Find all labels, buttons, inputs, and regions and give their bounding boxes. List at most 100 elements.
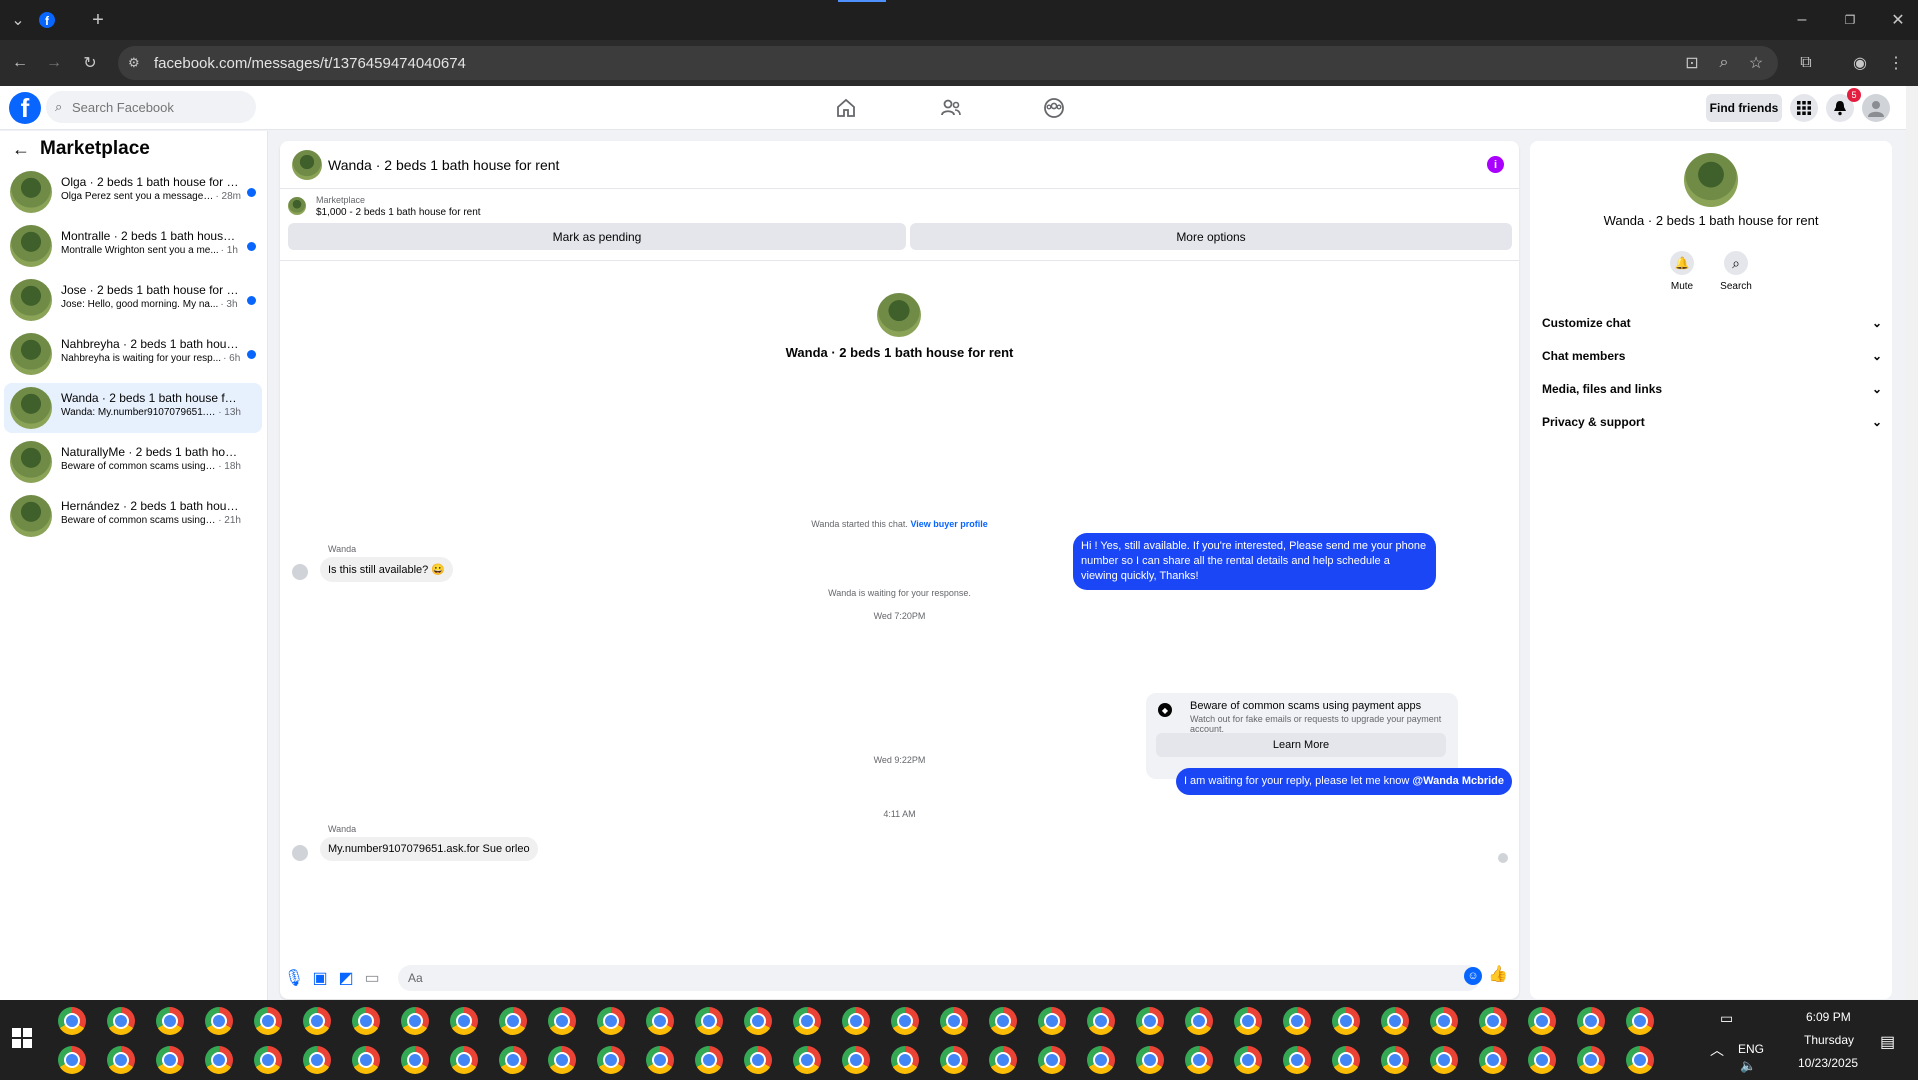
- back-arrow-icon[interactable]: ←: [12, 139, 30, 160]
- privacy-support-section[interactable]: Privacy & support ⌄: [1542, 410, 1882, 434]
- account-avatar[interactable]: [1862, 94, 1890, 122]
- language-indicator[interactable]: ENG: [1738, 1042, 1764, 1056]
- facebook-logo-icon[interactable]: f: [9, 92, 41, 124]
- close-window-icon[interactable]: ✕: [1884, 6, 1912, 34]
- back-icon[interactable]: ←: [6, 49, 34, 77]
- incoming-message[interactable]: Is this still available? 😀: [320, 557, 454, 582]
- friends-icon[interactable]: [939, 96, 963, 120]
- taskbar-chrome-icon[interactable]: [1283, 1007, 1311, 1035]
- taskbar-chrome-icon[interactable]: [940, 1046, 968, 1074]
- media-files-links-section[interactable]: Media, files and links ⌄: [1542, 377, 1882, 401]
- taskbar-chrome-icon[interactable]: [1234, 1046, 1262, 1074]
- forward-icon[interactable]: →: [40, 49, 68, 77]
- taskbar-chrome-icon[interactable]: [1381, 1046, 1409, 1074]
- conversation-item[interactable]: Montralle · 2 beds 1 bath house f... Mont…: [4, 221, 262, 271]
- page-scrollbar[interactable]: [1906, 86, 1918, 1000]
- taskbar-chrome-icon[interactable]: [1528, 1007, 1556, 1035]
- taskbar-chrome-icon[interactable]: [744, 1046, 772, 1074]
- chat-avatar[interactable]: [292, 150, 322, 180]
- tray-chevron-icon[interactable]: ︿: [1710, 1040, 1724, 1060]
- mute-bell-icon[interactable]: 🔔: [1670, 251, 1694, 275]
- minimize-icon[interactable]: –: [1788, 6, 1816, 34]
- taskbar-chrome-icon[interactable]: [1283, 1046, 1311, 1074]
- tab-search-icon[interactable]: ⌄: [4, 6, 32, 34]
- taskbar-chrome-icon[interactable]: [646, 1007, 674, 1035]
- taskbar-chrome-icon[interactable]: [1038, 1046, 1066, 1074]
- notification-center-icon[interactable]: ▤: [1880, 1032, 1895, 1052]
- profile-icon[interactable]: ◉: [1846, 49, 1874, 77]
- taskbar-chrome-icon[interactable]: [58, 1046, 86, 1074]
- browser-tab-facebook[interactable]: f: [36, 6, 58, 34]
- learn-more-button[interactable]: Learn More: [1156, 733, 1446, 757]
- photo-icon[interactable]: ▣: [312, 970, 328, 987]
- taskbar-chrome-icon[interactable]: [1577, 1046, 1605, 1074]
- customize-chat-section[interactable]: Customize chat ⌄: [1542, 311, 1882, 335]
- taskbar-chrome-icon[interactable]: [254, 1007, 282, 1035]
- taskbar-chrome-icon[interactable]: [548, 1007, 576, 1035]
- menu-grid-icon[interactable]: [1790, 94, 1818, 122]
- sticker-icon[interactable]: ◩: [338, 970, 354, 987]
- search-chat-icon[interactable]: ⌕: [1724, 251, 1748, 275]
- reload-icon[interactable]: ↻: [76, 49, 104, 77]
- taskbar-chrome-icon[interactable]: [499, 1007, 527, 1035]
- taskbar-chrome-icon[interactable]: [1234, 1007, 1262, 1035]
- new-tab-icon[interactable]: +: [84, 6, 112, 34]
- like-thumb-icon[interactable]: 👍: [1488, 966, 1508, 983]
- microphone-icon[interactable]: 🎙: [284, 970, 304, 987]
- mark-as-pending-button[interactable]: Mark as pending: [288, 223, 906, 250]
- url-field[interactable]: ⚙ facebook.com/messages/t/13764594740406…: [118, 46, 1778, 80]
- taskbar-chrome-icon[interactable]: [1479, 1046, 1507, 1074]
- taskbar-chrome-icon[interactable]: [58, 1007, 86, 1035]
- taskbar-chrome-icon[interactable]: [1332, 1046, 1360, 1074]
- taskbar-chrome-icon[interactable]: [1087, 1046, 1115, 1074]
- listing-thumbnail[interactable]: [288, 197, 306, 215]
- taskbar-chrome-icon[interactable]: [107, 1046, 135, 1074]
- taskbar-chrome-icon[interactable]: [646, 1046, 674, 1074]
- more-options-button[interactable]: More options: [910, 223, 1512, 250]
- taskbar-chrome-icon[interactable]: [695, 1046, 723, 1074]
- taskbar-chrome-icon[interactable]: [401, 1007, 429, 1035]
- taskbar-chrome-icon[interactable]: [989, 1007, 1017, 1035]
- outgoing-message[interactable]: I am waiting for your reply, please let …: [1175, 768, 1512, 795]
- chat-members-section[interactable]: Chat members ⌄: [1542, 344, 1882, 368]
- taskbar-chrome-icon[interactable]: [891, 1046, 919, 1074]
- clock-time[interactable]: 6:09 PM: [1806, 1010, 1851, 1024]
- taskbar-chrome-icon[interactable]: [1136, 1046, 1164, 1074]
- conversation-item[interactable]: Nahbreyha · 2 beds 1 bath house... Nahbre…: [4, 329, 262, 379]
- taskbar-chrome-icon[interactable]: [254, 1046, 282, 1074]
- outgoing-message[interactable]: Hi ! Yes, still available. If you're int…: [1073, 533, 1436, 590]
- install-icon[interactable]: ⊡: [1678, 49, 1706, 77]
- home-icon[interactable]: [834, 96, 858, 120]
- profile-avatar[interactable]: [877, 293, 921, 337]
- emoji-icon[interactable]: ☺: [1464, 967, 1482, 985]
- taskbar-chrome-icon[interactable]: [352, 1046, 380, 1074]
- incoming-message[interactable]: My.number9107079651.ask.for Sue orleo: [320, 837, 538, 861]
- restore-icon[interactable]: ❐: [1836, 6, 1864, 34]
- taskbar-chrome-icon[interactable]: [548, 1046, 576, 1074]
- taskbar-chrome-icon[interactable]: [352, 1007, 380, 1035]
- mention-link[interactable]: @Wanda Mcbride: [1412, 775, 1504, 787]
- taskbar-chrome-icon[interactable]: [107, 1007, 135, 1035]
- conversation-item[interactable]: Hernández · 2 beds 1 bath hous... Beware …: [4, 491, 262, 541]
- info-icon[interactable]: i: [1487, 156, 1504, 173]
- extensions-icon[interactable]: ⧉: [1792, 49, 1820, 77]
- taskbar-chrome-icon[interactable]: [793, 1007, 821, 1035]
- taskbar-chrome-icon[interactable]: [156, 1046, 184, 1074]
- windows-start-icon[interactable]: [12, 1028, 32, 1048]
- taskbar-chrome-icon[interactable]: [842, 1046, 870, 1074]
- taskbar-chrome-icon[interactable]: [1528, 1046, 1556, 1074]
- taskbar-chrome-icon[interactable]: [1430, 1046, 1458, 1074]
- taskbar-chrome-icon[interactable]: [401, 1046, 429, 1074]
- taskbar-chrome-icon[interactable]: [1185, 1046, 1213, 1074]
- zoom-icon[interactable]: ⌕: [1710, 49, 1738, 77]
- search-input[interactable]: [46, 91, 256, 123]
- taskbar-chrome-icon[interactable]: [940, 1007, 968, 1035]
- taskbar-chrome-icon[interactable]: [842, 1007, 870, 1035]
- bookmark-star-icon[interactable]: ☆: [1742, 49, 1770, 77]
- taskbar-chrome-icon[interactable]: [1577, 1007, 1605, 1035]
- taskbar-chrome-icon[interactable]: [597, 1046, 625, 1074]
- volume-icon[interactable]: 🔈: [1740, 1058, 1756, 1074]
- taskbar-chrome-icon[interactable]: [1626, 1007, 1654, 1035]
- chat-title[interactable]: Wanda · 2 beds 1 bath house for rent: [328, 157, 559, 173]
- taskbar-chrome-icon[interactable]: [303, 1007, 331, 1035]
